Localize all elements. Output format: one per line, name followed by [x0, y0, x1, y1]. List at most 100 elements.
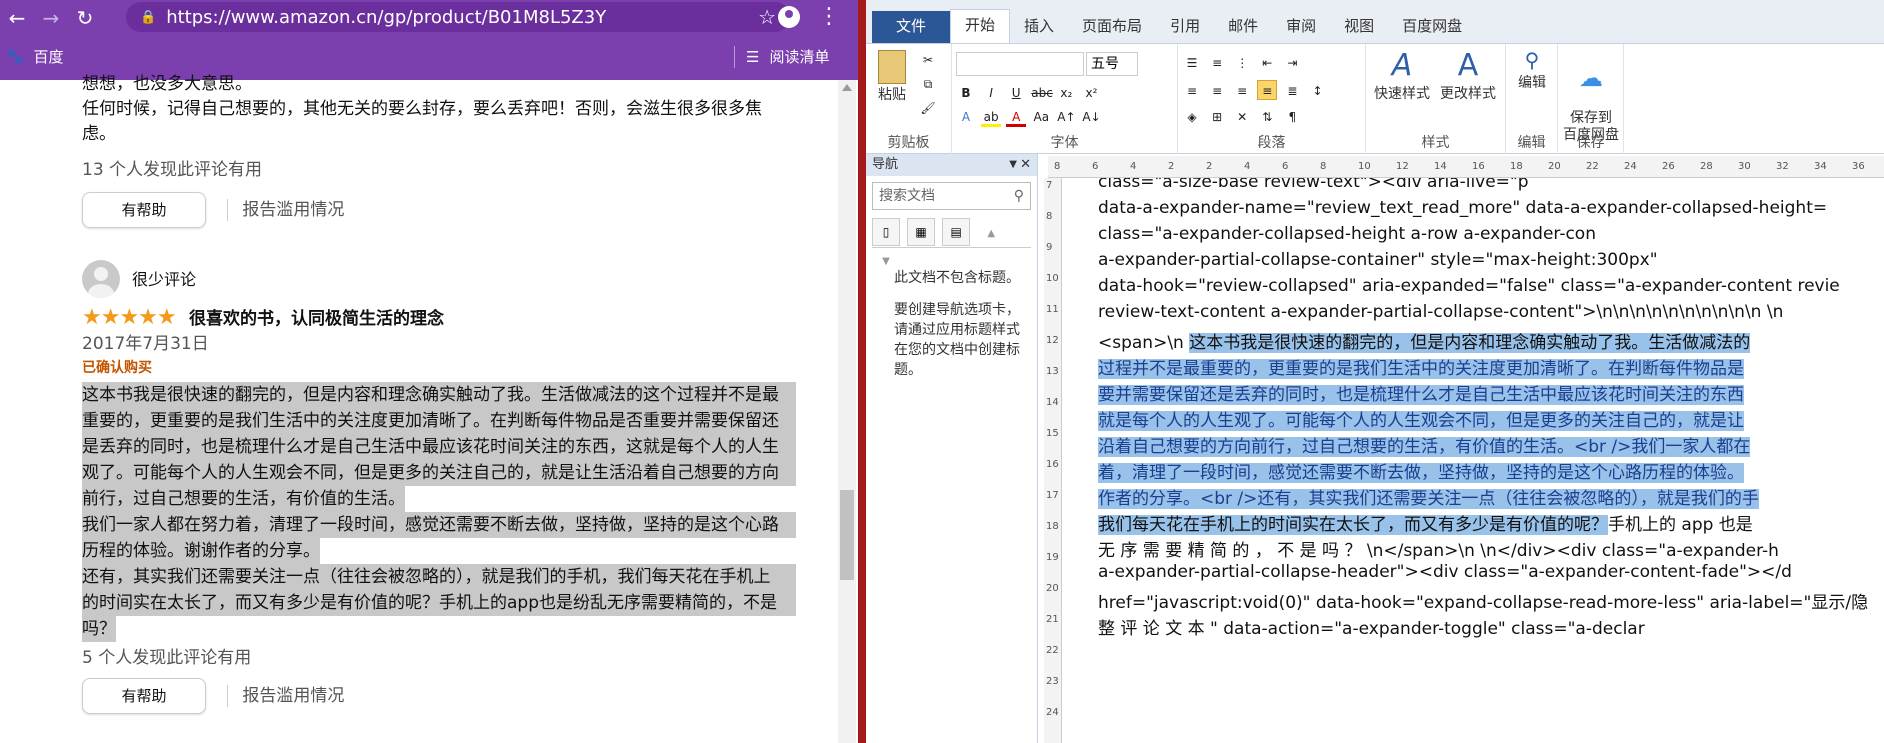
- paste-label: 粘贴: [878, 87, 906, 103]
- font-size-combo[interactable]: 五号: [1086, 52, 1138, 76]
- tab-page-layout[interactable]: 页面布局: [1068, 11, 1156, 43]
- format-painter-icon[interactable]: 🖌: [918, 98, 938, 118]
- text-effects-icon[interactable]: A: [956, 107, 976, 127]
- grow-font-icon[interactable]: A↑: [1056, 107, 1076, 127]
- nav-search-input[interactable]: 搜索文档 ⚲: [872, 182, 1031, 210]
- text-line: 观了。可能每个人的人生观会不同，但是更多的关注自己的，就是让生活沿着自己想要的方…: [82, 460, 796, 486]
- ruler-tick-label: 30: [1738, 161, 1751, 172]
- reading-list-label: 阅读清单: [769, 48, 830, 66]
- tab-review[interactable]: 审阅: [1272, 11, 1330, 43]
- ruler-tick-label: 13: [1046, 366, 1059, 377]
- selected-text: 要并需要保留还是丢弃的同时，也是梳理什么才是自己生活中最应该花时间关注的东西: [1098, 385, 1744, 405]
- report-abuse-link[interactable]: 报告滥用情况: [227, 685, 344, 707]
- ruler-tick-label: 16: [1046, 459, 1059, 470]
- headings-tab-icon[interactable]: ▯: [872, 218, 900, 246]
- profile-avatar-icon[interactable]: [778, 6, 800, 28]
- star-rating[interactable]: ★★★★★: [82, 305, 177, 330]
- page-scrollbar[interactable]: [838, 80, 856, 743]
- selected-text: 过程并不是最重要的，更重要的是我们生活中的关注度更加清晰了。在判断每件物品是: [1098, 359, 1744, 379]
- nav-message: 要创建导航选项卡，请通过应用标题样式在您的文档中创建标题。: [894, 302, 1020, 378]
- align-left-icon[interactable]: ≡: [1182, 81, 1202, 101]
- distributed-icon[interactable]: ≣: [1282, 81, 1302, 101]
- ruler-tick-label: 8: [1054, 161, 1061, 172]
- search-icon[interactable]: ⚲: [1014, 183, 1024, 209]
- underline-icon[interactable]: U: [1006, 83, 1026, 103]
- show-marks-icon[interactable]: ¶: [1282, 107, 1302, 127]
- ruler-tick-label: 14: [1046, 397, 1059, 408]
- ruler-tick-label: 16: [1472, 161, 1485, 172]
- bullets-icon[interactable]: ☰: [1182, 53, 1202, 73]
- justify-icon[interactable]: ≡: [1257, 80, 1278, 100]
- font-color-icon[interactable]: A: [1006, 107, 1027, 127]
- quick-styles-button[interactable]: A 快速样式: [1372, 48, 1432, 103]
- next-result-icon[interactable]: ▼: [872, 249, 900, 277]
- forward-icon[interactable]: →: [34, 6, 68, 30]
- cut-icon[interactable]: ✂: [918, 50, 938, 70]
- font-name-combo[interactable]: [956, 52, 1084, 76]
- strikethrough-icon[interactable]: abc: [1031, 83, 1053, 103]
- horizontal-ruler[interactable]: 8 6 4 2 2 4 6 8 10 12 14 16 18 20 22 24 26 28 30 32 34 36: [1048, 156, 1884, 178]
- subscript-icon[interactable]: x₂: [1056, 83, 1076, 103]
- reading-list-button[interactable]: ☰ 阅读清单: [734, 46, 830, 68]
- highlight-icon[interactable]: ab: [981, 107, 1002, 127]
- results-tab-icon[interactable]: ▤: [942, 218, 971, 246]
- multilevel-list-icon[interactable]: ⋮: [1232, 53, 1252, 73]
- increase-indent-icon[interactable]: ⇥: [1282, 53, 1302, 73]
- bookmark-star-icon[interactable]: ☆: [758, 5, 776, 29]
- ruler-tick-label: 15: [1046, 428, 1059, 439]
- line-spacing-icon[interactable]: ↕: [1307, 81, 1327, 101]
- change-styles-button[interactable]: A 更改样式: [1436, 48, 1500, 103]
- ruler-tick-label: 12: [1046, 335, 1059, 346]
- ruler-tick-label: 8: [1046, 211, 1053, 222]
- address-bar[interactable]: 🔒 https://www.amazon.cn/gp/product/B01M8…: [126, 2, 790, 32]
- helpful-button[interactable]: 有帮助: [82, 678, 206, 714]
- vertical-ruler[interactable]: 7 8 9 10 11 12 13 14 15 16 17 18 19 20 21 22 23 24: [1044, 178, 1062, 743]
- italic-icon[interactable]: I: [981, 83, 1001, 103]
- scrollbar-thumb[interactable]: [840, 490, 854, 580]
- back-icon[interactable]: ←: [0, 6, 34, 30]
- report-abuse-link[interactable]: 报告滥用情况: [227, 199, 344, 221]
- menu-icon[interactable]: ⋮: [818, 4, 840, 29]
- shrink-font-icon[interactable]: A↓: [1081, 107, 1101, 127]
- align-center-icon[interactable]: ≡: [1207, 81, 1227, 101]
- paste-button[interactable]: 粘贴: [872, 50, 912, 104]
- helpful-button[interactable]: 有帮助: [82, 192, 206, 228]
- sort-icon[interactable]: ⇅: [1257, 107, 1277, 127]
- prev-result-icon[interactable]: ▲: [977, 221, 1005, 249]
- ruler-tick-label: 2: [1168, 161, 1175, 172]
- close-icon[interactable]: ✕: [1020, 154, 1031, 176]
- pages-tab-icon[interactable]: ▦: [907, 218, 936, 246]
- document-body[interactable]: class="a-size-base review-text"><div ari…: [1062, 178, 1884, 743]
- document-line: 作者的分享。<br />还有，其实我们还需要关注一点（往往会被忽略的），就是我们…: [1098, 484, 1759, 509]
- text-line: 吗？: [82, 616, 116, 642]
- tab-references[interactable]: 引用: [1156, 11, 1214, 43]
- copy-icon[interactable]: ⧉: [918, 74, 938, 94]
- group-label: 编辑: [1517, 135, 1546, 151]
- ruler-tick-label: 12: [1396, 161, 1409, 172]
- review-title[interactable]: 很喜欢的书，认同极简生活的理念: [189, 309, 444, 329]
- tab-view[interactable]: 视图: [1330, 11, 1388, 43]
- tab-file[interactable]: 文件: [872, 11, 951, 43]
- prev-review-tail: 想想，也没多大意思。 任何时候，记得自己想要的，其他无关的要么封存，要么丢弃吧！…: [82, 72, 762, 147]
- bold-icon[interactable]: B: [956, 83, 976, 103]
- tab-mailings[interactable]: 邮件: [1214, 11, 1272, 43]
- chinese-layout-icon[interactable]: ✕: [1232, 107, 1252, 127]
- superscript-icon[interactable]: x²: [1081, 83, 1101, 103]
- borders-icon[interactable]: ⊞: [1207, 107, 1227, 127]
- bookmark-baidu[interactable]: 🐾 百度: [6, 46, 63, 67]
- document-line: 着，清理了一段时间，感觉还需要不断去做，坚持做，坚持的是这个心路历程的体验。: [1098, 458, 1744, 483]
- edit-button[interactable]: ⚲ 编辑: [1510, 48, 1554, 92]
- numbering-icon[interactable]: ≡: [1207, 53, 1227, 73]
- align-right-icon[interactable]: ≡: [1232, 81, 1252, 101]
- tab-baidu-netdisk[interactable]: 百度网盘: [1388, 11, 1476, 43]
- pane-options-icon[interactable]: ▼: [1009, 154, 1017, 176]
- decrease-indent-icon[interactable]: ⇤: [1257, 53, 1277, 73]
- change-case-icon[interactable]: Aa: [1031, 107, 1051, 127]
- group-label: 字体: [1050, 135, 1079, 151]
- shading-icon[interactable]: ◈: [1182, 107, 1202, 127]
- tab-insert[interactable]: 插入: [1010, 11, 1068, 43]
- reload-icon[interactable]: ↻: [68, 6, 102, 30]
- text-line: 重要的，更重要的是我们生活中的关注度更加清晰了。在判断每件物品是否重要并需要保留…: [82, 408, 796, 434]
- reviewer-profile[interactable]: 很少评论: [82, 260, 196, 298]
- tab-home[interactable]: 开始: [950, 9, 1011, 43]
